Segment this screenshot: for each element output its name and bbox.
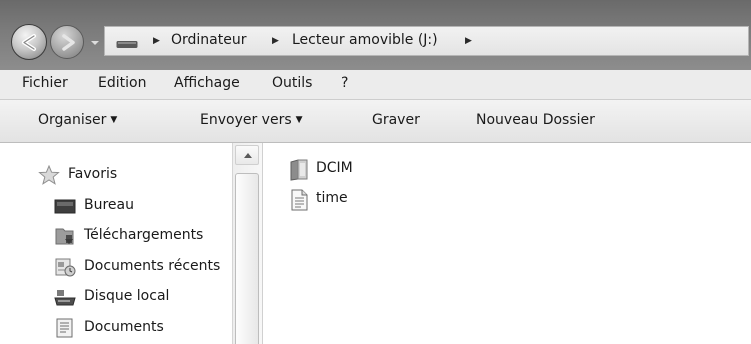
menu-view[interactable]: Affichage xyxy=(174,75,240,91)
star-icon xyxy=(38,165,60,185)
nav-downloads-label: Téléchargements xyxy=(84,227,204,243)
navigation-pane: Favoris Bureau Téléchargements Documents… xyxy=(0,143,232,344)
menu-edit[interactable]: Edition xyxy=(98,75,146,91)
file-name: DCIM xyxy=(316,160,353,176)
file-name: time xyxy=(316,190,348,206)
menu-tools[interactable]: Outils xyxy=(272,75,312,91)
explorer-window: ▶ Ordinateur ▶ Lecteur amovible (J:) ▶ F… xyxy=(0,0,751,344)
nav-favorites-label: Favoris xyxy=(68,166,118,182)
chevron-down-icon: ▼ xyxy=(110,115,118,125)
removable-drive-icon xyxy=(116,41,138,48)
nav-local-disk-label: Disque local xyxy=(84,288,170,304)
back-button[interactable] xyxy=(11,24,47,60)
menu-bar: Fichier Edition Affichage Outils ? xyxy=(0,70,751,100)
local-disk-icon xyxy=(54,290,76,306)
address-toolbar: ▶ Ordinateur ▶ Lecteur amovible (J:) ▶ xyxy=(0,0,751,70)
text-file-icon xyxy=(291,189,308,211)
folder-icon xyxy=(290,159,308,181)
nav-documents-label: Documents xyxy=(84,319,164,335)
nav-item-favorites[interactable]: Favoris xyxy=(38,164,228,188)
forward-arrow-icon xyxy=(62,34,75,51)
breadcrumb-separator-icon[interactable]: ▶ xyxy=(153,36,160,46)
send-to-label: Envoyer vers xyxy=(200,112,292,128)
documents-icon xyxy=(56,318,73,338)
scroll-thumb[interactable] xyxy=(235,173,259,344)
organize-button[interactable]: Organiser ▼ xyxy=(38,112,117,128)
organize-label: Organiser xyxy=(38,112,107,128)
recent-documents-icon xyxy=(55,258,76,277)
chevron-down-icon: ▼ xyxy=(295,115,303,125)
address-field[interactable]: ▶ Ordinateur ▶ Lecteur amovible (J:) ▶ xyxy=(104,26,749,56)
history-dropdown-icon[interactable] xyxy=(90,38,100,48)
nav-item-desktop[interactable]: Bureau xyxy=(54,195,232,219)
downloads-icon xyxy=(55,228,74,245)
list-item-dcim[interactable]: DCIM xyxy=(288,157,428,183)
menu-help[interactable]: ? xyxy=(341,75,348,91)
breadcrumb-removable-drive[interactable]: Lecteur amovible (J:) xyxy=(292,32,438,48)
file-list: DCIM time xyxy=(263,143,751,344)
nav-item-documents[interactable]: Documents xyxy=(54,317,232,341)
breadcrumb-computer[interactable]: Ordinateur xyxy=(171,32,247,48)
nav-item-local-disk[interactable]: Disque local xyxy=(54,286,232,310)
scroll-up-button[interactable] xyxy=(235,145,259,165)
burn-button[interactable]: Graver xyxy=(372,112,420,128)
send-to-button[interactable]: Envoyer vers ▼ xyxy=(200,112,303,128)
back-arrow-icon xyxy=(22,34,36,51)
nav-desktop-label: Bureau xyxy=(84,197,134,213)
list-item-time[interactable]: time xyxy=(288,187,428,213)
menu-file[interactable]: Fichier xyxy=(22,75,68,91)
nav-item-recent-documents[interactable]: Documents récents xyxy=(54,256,232,280)
breadcrumb-separator-icon[interactable]: ▶ xyxy=(465,36,472,46)
command-bar: Organiser ▼ Envoyer vers ▼ Graver Nouveau … xyxy=(0,100,751,143)
desktop-icon xyxy=(54,199,76,214)
new-folder-button[interactable]: Nouveau Dossier xyxy=(476,112,595,128)
breadcrumb-separator-icon[interactable]: ▶ xyxy=(272,36,279,46)
forward-button[interactable] xyxy=(50,25,84,59)
nav-item-downloads[interactable]: Téléchargements xyxy=(54,225,232,249)
chevron-up-icon xyxy=(244,153,252,158)
nav-recent-documents-label: Documents récents xyxy=(84,258,221,274)
navigation-scrollbar[interactable] xyxy=(232,143,262,344)
